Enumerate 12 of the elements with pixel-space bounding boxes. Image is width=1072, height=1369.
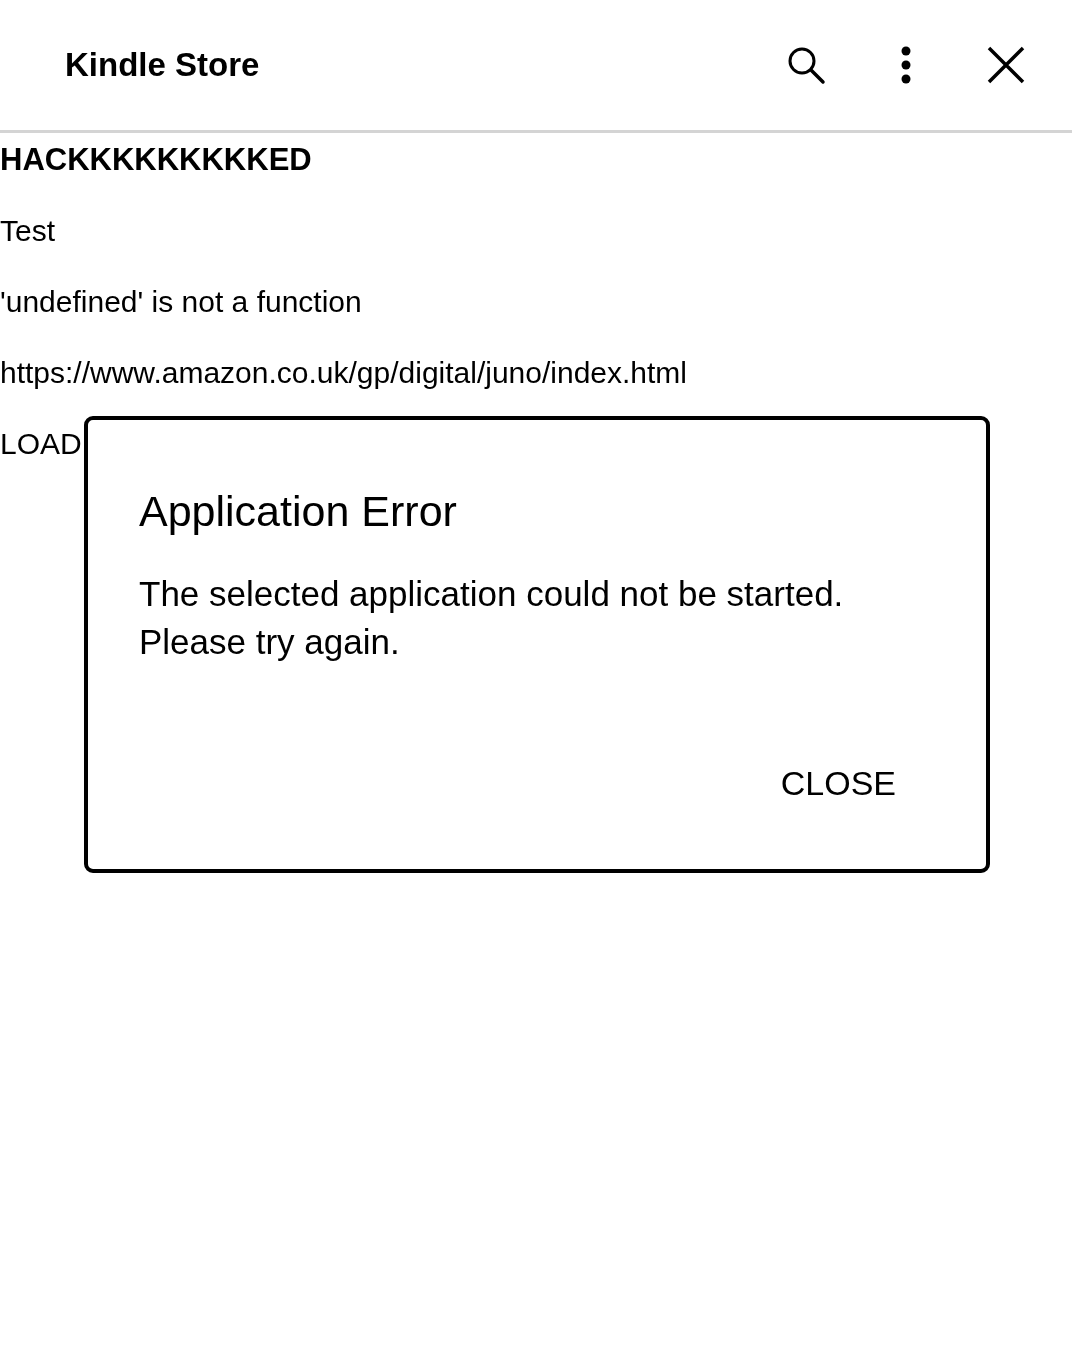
app-title: Kindle Store [65,46,261,84]
text-line: LOAD [0,426,82,462]
page-heading: HACKKKKKKKKKED [0,142,312,178]
text-line: https://www.amazon.co.uk/gp/digital/juno/index.html [0,355,688,391]
more-icon [901,46,911,84]
dialog-title: Application Error [139,486,458,536]
close-icon [987,46,1025,84]
text-line: Test [0,213,56,249]
text-line: 'undefined' is not a function [0,284,362,320]
dialog-message: The selected application could not be started. Please try again. [139,573,845,663]
close-button[interactable]: CLOSE [778,760,898,807]
search-icon [786,45,826,85]
